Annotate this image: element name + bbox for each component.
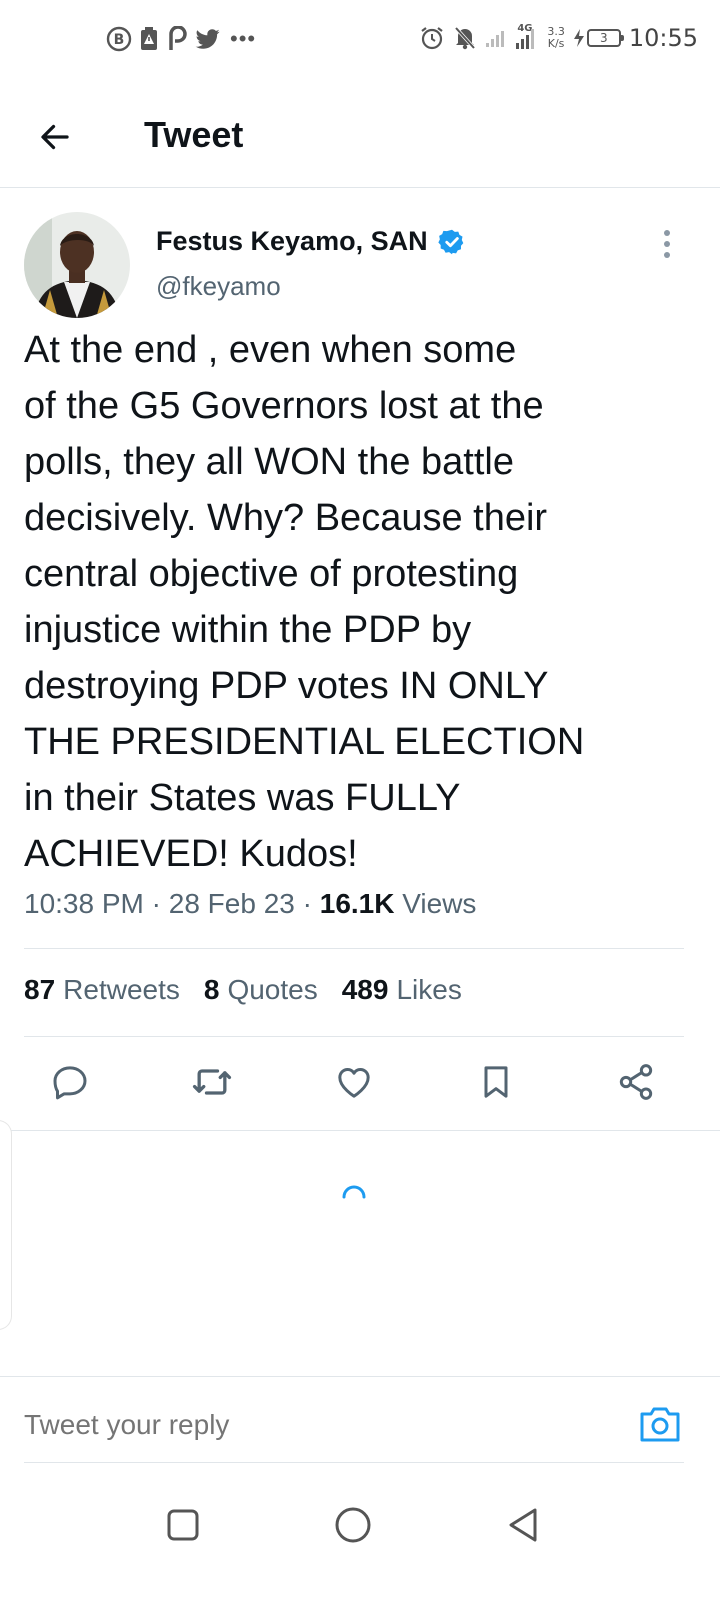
clock: 10:55 — [628, 24, 698, 52]
divider — [24, 948, 684, 949]
views-label: Views — [402, 888, 477, 919]
bookmark-button[interactable] — [474, 1060, 518, 1104]
quotes-label: Quotes — [227, 974, 318, 1005]
share-button[interactable] — [614, 1060, 658, 1104]
author-handle[interactable]: @fkeyamo — [156, 271, 281, 302]
nav-home-icon — [335, 1507, 371, 1543]
more-notifications-indicator: ••• — [230, 26, 257, 51]
like-icon — [338, 1068, 370, 1098]
battery-indicator: 3 — [573, 28, 624, 48]
cell-bars-icon — [516, 29, 535, 49]
system-indicators: 4G 3.3 K/s 3 10:55 — [419, 23, 698, 52]
b-notification-icon: B — [106, 26, 132, 52]
twitter-bird-icon — [195, 29, 220, 49]
nav-back-icon — [509, 1508, 537, 1542]
author-avatar[interactable] — [24, 212, 130, 318]
back-arrow-icon — [41, 124, 69, 150]
nav-recents-icon — [167, 1509, 199, 1541]
camera-icon — [640, 1407, 680, 1442]
reply-icon — [53, 1066, 87, 1100]
battery-icon: 3 — [586, 29, 624, 47]
reply-input[interactable] — [24, 1400, 604, 1450]
page-title: Tweet — [144, 114, 244, 155]
charging-icon — [573, 29, 584, 47]
divider — [24, 1462, 684, 1463]
silent-mode-icon — [455, 26, 476, 50]
likes-label: Likes — [396, 974, 462, 1005]
recents-button[interactable] — [158, 1500, 208, 1550]
system-navigation-bar — [0, 1480, 720, 1600]
views-stat[interactable]: 16.1K Views — [320, 888, 477, 920]
retweets-label: Retweets — [63, 974, 180, 1005]
meta-separator: · — [143, 888, 169, 919]
like-button[interactable] — [332, 1060, 376, 1104]
home-button[interactable] — [328, 1500, 378, 1550]
network-speed: 3.3 K/s — [547, 25, 565, 50]
tweet-text: At the end , even when some of the G5 Go… — [24, 329, 585, 875]
avatar-image — [24, 212, 130, 318]
reply-button[interactable] — [48, 1060, 92, 1104]
p-notification-icon — [169, 26, 187, 50]
meta-separator: · — [294, 888, 320, 919]
retweet-icon — [192, 1069, 232, 1095]
divider — [0, 1130, 720, 1131]
notification-icons: B ••• — [106, 26, 256, 52]
more-options-button[interactable] — [654, 224, 680, 264]
tweet-meta: 10:38 PM · 28 Feb 23 · 16.1K Views — [24, 888, 476, 920]
svg-text:B: B — [114, 32, 125, 48]
engagement-stats: 87 Retweets 8 Quotes 489 Likes — [24, 974, 462, 1006]
back-button[interactable] — [30, 112, 80, 162]
verified-badge-icon — [437, 229, 463, 254]
views-count: 16.1K — [319, 888, 395, 919]
retweets-count: 87 — [24, 974, 56, 1005]
back-nav-button[interactable] — [498, 1500, 548, 1550]
edge-panel-handle[interactable] — [0, 1120, 12, 1330]
share-icon — [619, 1064, 653, 1100]
bookmark-icon — [484, 1066, 508, 1098]
status-bar: B ••• 4G 3.3 K/s 3 10:55 — [0, 0, 720, 80]
cellular-signal: 4G — [515, 23, 539, 51]
tweet-time: 10:38 PM — [24, 888, 144, 919]
more-vertical-icon — [664, 230, 670, 236]
author-name-row[interactable]: Festus Keyamo, SAN — [156, 226, 466, 257]
tweet-date: 28 Feb 23 — [168, 888, 295, 919]
alarm-icon — [421, 27, 443, 50]
top-app-bar: Tweet — [0, 88, 720, 188]
divider — [24, 1036, 684, 1037]
likes-count: 489 — [341, 974, 389, 1005]
quotes-stat[interactable]: 8 Quotes — [204, 974, 318, 1006]
camera-button[interactable] — [638, 1404, 682, 1444]
likes-stat[interactable]: 489 Likes — [342, 974, 462, 1006]
retweet-button[interactable] — [190, 1060, 234, 1104]
wifi-signal-icon — [486, 31, 505, 47]
divider — [0, 1376, 720, 1377]
author-name: Festus Keyamo, SAN — [156, 226, 428, 256]
alert-notification-icon — [141, 27, 157, 50]
battery-level: 3 — [600, 31, 608, 45]
loading-spinner-icon — [342, 1185, 366, 1199]
retweets-stat[interactable]: 87 Retweets — [24, 974, 180, 1006]
tweet-actions — [0, 1050, 720, 1114]
quotes-count: 8 — [203, 974, 220, 1005]
